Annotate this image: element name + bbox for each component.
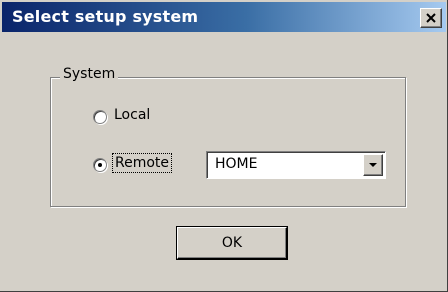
chevron-down-icon [369,163,377,167]
remote-system-dropdown[interactable]: HOME [206,151,386,179]
remote-radio[interactable] [93,158,107,172]
title-bar[interactable]: Select setup system [2,2,446,32]
close-icon [426,13,436,23]
system-group-legend: System [60,66,119,82]
remote-radio-label[interactable]: Remote [111,153,173,173]
close-button[interactable] [420,8,442,28]
dialog-title: Select setup system [12,7,199,26]
local-radio-label[interactable]: Local [114,107,150,123]
dropdown-selected-value: HOME [215,156,258,172]
dropdown-arrow-button[interactable] [363,154,383,176]
radio-selected-dot [98,163,102,167]
dialog-window: Select setup system System Local Remote … [0,0,448,292]
system-group-box [50,77,406,207]
local-radio[interactable] [93,110,107,124]
ok-button[interactable]: OK [177,227,287,259]
